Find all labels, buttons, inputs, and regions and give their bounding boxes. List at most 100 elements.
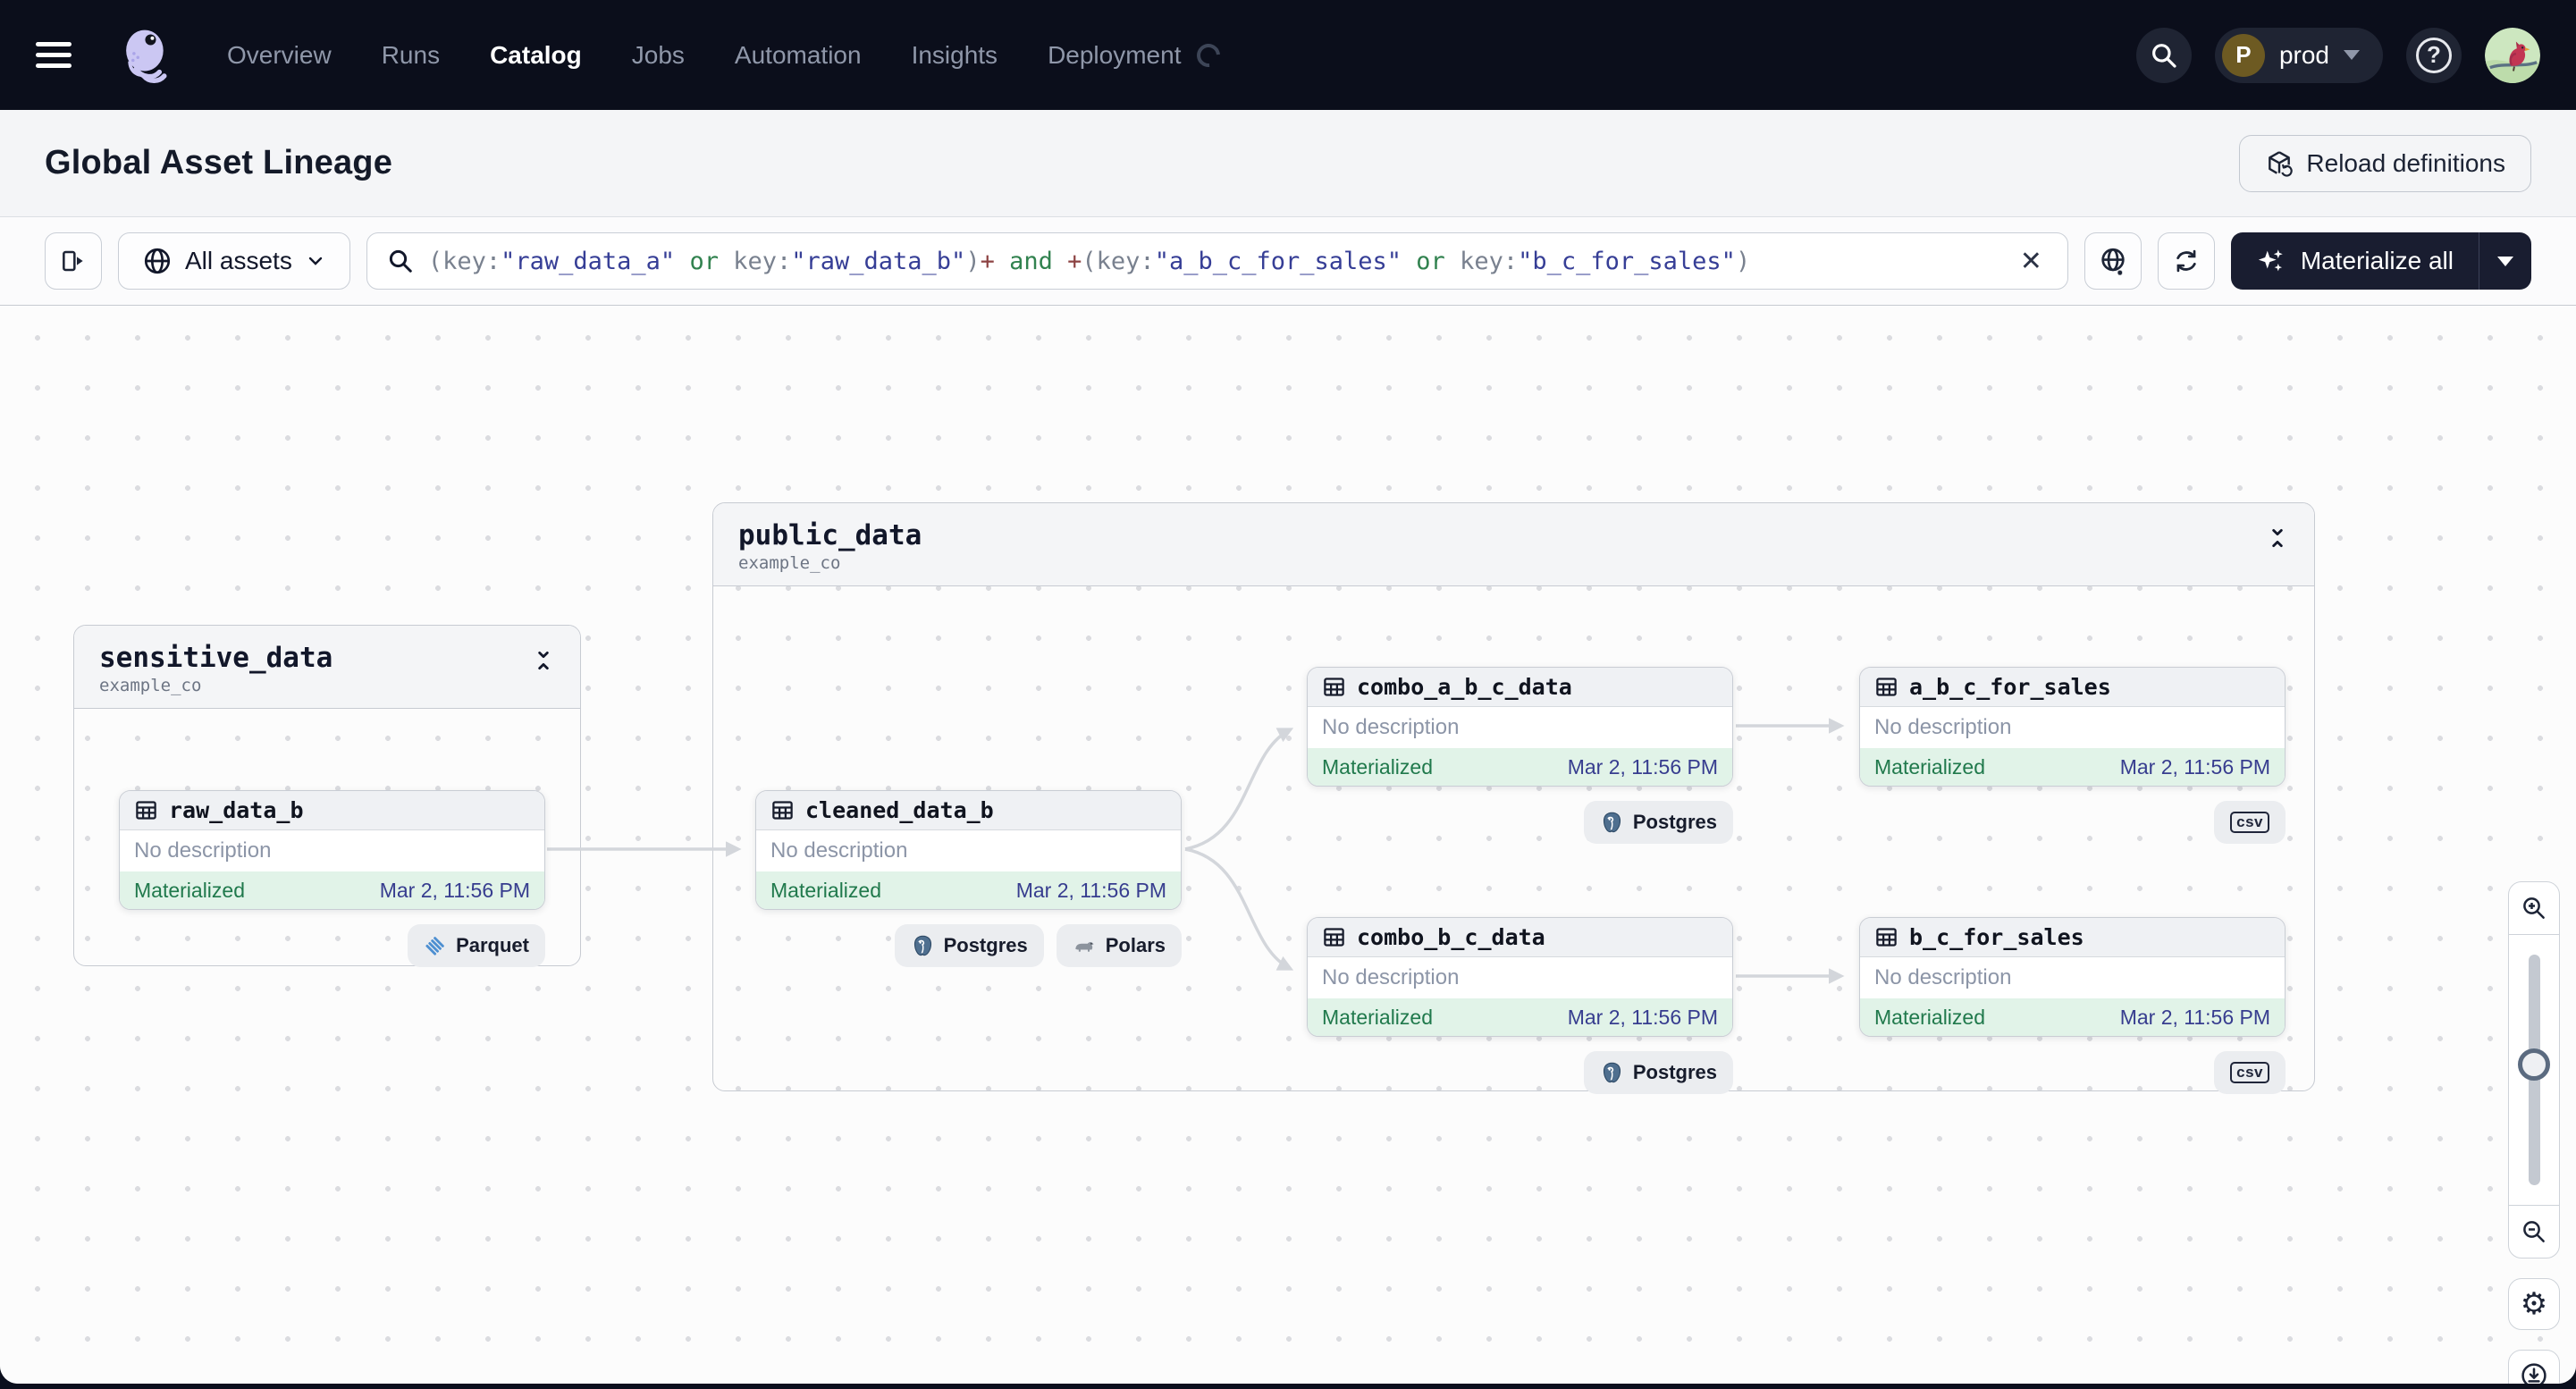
asset-scope-dropdown[interactable]: All assets — [118, 232, 350, 290]
materialize-options-button[interactable] — [2479, 232, 2531, 290]
kind-badge-csv: csv — [2214, 801, 2286, 844]
loading-spinner-icon — [1192, 38, 1225, 72]
kind-badge-csv: csv — [2214, 1051, 2286, 1094]
reload-definitions-icon — [2269, 150, 2294, 177]
materialization-timestamp[interactable]: Mar 2, 11:56 PM — [1568, 1006, 1718, 1030]
asset-node-combo-b-c-data[interactable]: combo_b_c_data No description Materializ… — [1307, 917, 1733, 1037]
zoom-in-button[interactable] — [2509, 882, 2559, 934]
nav-item-jobs[interactable]: Jobs — [632, 41, 685, 70]
collapse-group-icon[interactable] — [2266, 526, 2289, 550]
nav-item-overview[interactable]: Overview — [227, 41, 332, 70]
materialization-timestamp[interactable]: Mar 2, 11:56 PM — [2120, 1006, 2270, 1030]
asset-description: No description — [1860, 957, 2285, 998]
nav-item-insights[interactable]: Insights — [912, 41, 998, 70]
materialize-all-label: Materialize all — [2300, 247, 2454, 274]
csv-icon: csv — [2230, 812, 2269, 833]
nav-item-automation[interactable]: Automation — [735, 41, 862, 70]
nav-right: P prod ? — [2135, 27, 2540, 83]
page-header: Global Asset Lineage Reload definitions — [0, 110, 2576, 217]
asset-badges: csv — [1859, 1051, 2286, 1094]
search-button[interactable] — [2135, 27, 2192, 83]
asset-node-raw-data-b[interactable]: raw_data_b No description Materialized M… — [119, 790, 545, 910]
page-title: Global Asset Lineage — [45, 144, 393, 181]
environment-switcher[interactable]: P prod — [2214, 27, 2383, 83]
group-repo: example_co — [99, 676, 202, 695]
gear-icon: ⚙ — [2520, 1287, 2548, 1321]
group-header: public_data example_co — [713, 503, 2314, 586]
nav-links: Overview Runs Catalog Jobs Automation In… — [227, 38, 1225, 72]
table-icon — [772, 801, 793, 820]
refresh-icon — [2176, 249, 2196, 273]
asset-description: No description — [756, 830, 1181, 871]
panel-expand-icon — [63, 250, 83, 272]
nav-item-catalog[interactable]: Catalog — [490, 41, 582, 70]
add-scope-button[interactable] — [2084, 232, 2142, 290]
asset-name: a_b_c_for_sales — [1909, 674, 2111, 700]
asset-badges: Postgres — [1307, 1051, 1733, 1094]
globe-icon — [144, 248, 171, 274]
zoom-panel — [2508, 881, 2560, 1259]
zoom-out-icon — [2523, 1221, 2545, 1242]
menu-icon[interactable] — [36, 42, 72, 68]
asset-description: No description — [1308, 957, 1732, 998]
asset-badges: Postgres Polars — [755, 924, 1182, 967]
app-window: Overview Runs Catalog Jobs Automation In… — [0, 0, 2576, 1384]
collapse-group-icon[interactable] — [532, 649, 555, 672]
lineage-toolbar: All assets (key:"raw_data_a" or key:"raw… — [0, 217, 2576, 306]
open-sidebar-button[interactable] — [45, 232, 102, 290]
polars-icon — [1075, 941, 1094, 952]
status-badge: Materialized — [1874, 754, 1985, 779]
materialization-timestamp[interactable]: Mar 2, 11:56 PM — [1568, 755, 1718, 779]
postgres-icon — [1603, 812, 1621, 832]
avatar[interactable] — [2485, 27, 2540, 83]
search-icon — [2152, 43, 2176, 68]
zoom-out-button[interactable] — [2509, 1206, 2559, 1258]
table-icon — [1324, 678, 1344, 696]
nav-item-runs[interactable]: Runs — [382, 41, 440, 70]
table-icon — [1876, 678, 1897, 696]
asset-scope-label: All assets — [185, 247, 292, 274]
chevron-down-icon — [2497, 256, 2513, 266]
materialize-all-button[interactable]: Materialize all — [2231, 232, 2479, 290]
asset-node-cleaned-data-b[interactable]: cleaned_data_b No description Materializ… — [755, 790, 1182, 910]
materialization-timestamp[interactable]: Mar 2, 11:56 PM — [2120, 755, 2270, 779]
status-badge: Materialized — [1322, 1005, 1433, 1029]
top-nav: Overview Runs Catalog Jobs Automation In… — [0, 0, 2576, 110]
bird-avatar-icon — [2485, 27, 2540, 83]
kind-badge-postgres: Postgres — [894, 924, 1044, 967]
refresh-button[interactable] — [2157, 232, 2215, 290]
materialize-all-split-button: Materialize all — [2230, 232, 2531, 290]
reload-definitions-button[interactable]: Reload definitions — [2239, 134, 2531, 192]
zoom-slider-thumb[interactable] — [2518, 1048, 2550, 1081]
table-icon — [1876, 928, 1897, 947]
materialization-timestamp[interactable]: Mar 2, 11:56 PM — [1016, 879, 1166, 903]
asset-node-a-b-c-for-sales[interactable]: a_b_c_for_sales No description Materiali… — [1859, 667, 2286, 787]
asset-description: No description — [1308, 707, 1732, 748]
help-button[interactable]: ? — [2406, 27, 2462, 83]
table-icon — [1324, 928, 1344, 947]
parquet-icon — [425, 937, 444, 955]
status-badge: Materialized — [1874, 1005, 1985, 1029]
lineage-canvas[interactable]: sensitive_data example_co public_data ex… — [0, 306, 2576, 1384]
status-badge: Materialized — [134, 878, 245, 902]
download-icon — [2521, 1363, 2547, 1384]
help-icon: ? — [2416, 37, 2452, 73]
asset-badges: Parquet — [119, 924, 545, 967]
environment-initial: P — [2221, 33, 2265, 77]
asset-badges: Postgres — [1307, 801, 1733, 844]
clear-search-icon[interactable]: ✕ — [2015, 246, 2048, 277]
dagster-logo-icon[interactable] — [114, 24, 177, 87]
kind-badge-postgres: Postgres — [1583, 1051, 1733, 1094]
asset-node-combo-a-b-c-data[interactable]: combo_a_b_c_data No description Material… — [1307, 667, 1733, 787]
asset-node-b-c-for-sales[interactable]: b_c_for_sales No description Materialize… — [1859, 917, 2286, 1037]
graph-settings-button[interactable]: ⚙ — [2508, 1278, 2560, 1330]
status-badge: Materialized — [770, 878, 881, 902]
nav-item-deployment[interactable]: Deployment — [1048, 41, 1181, 70]
asset-search-input[interactable]: (key:"raw_data_a" or key:"raw_data_b")+ … — [366, 232, 2068, 290]
sparkles-icon — [2258, 249, 2283, 272]
search-query-text: (key:"raw_data_a" or key:"raw_data_b")+ … — [427, 247, 1751, 275]
download-graph-button[interactable] — [2508, 1350, 2560, 1384]
asset-name: cleaned_data_b — [805, 797, 994, 823]
globe-plus-icon — [2101, 248, 2125, 275]
materialization-timestamp[interactable]: Mar 2, 11:56 PM — [380, 879, 530, 903]
